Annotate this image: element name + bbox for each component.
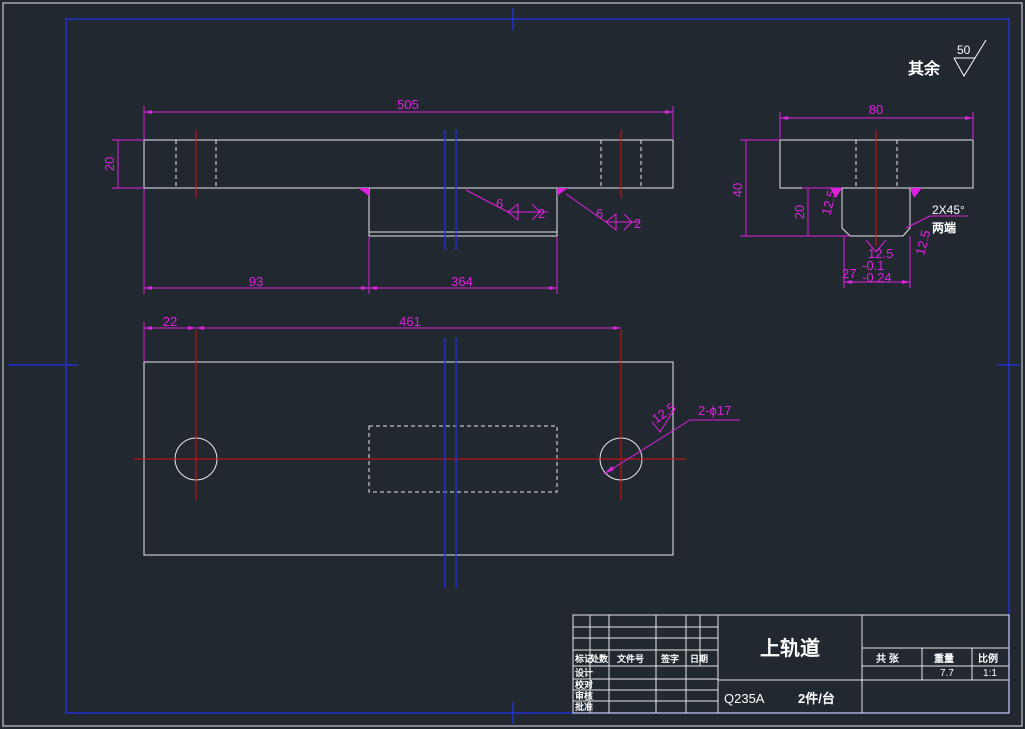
top-bar-outline [143,139,674,189]
header-label: 签字 [660,653,679,664]
header-label: 处数 [589,653,609,664]
row-label: 校对 [575,679,593,690]
weld-right-leg: 6 [596,206,603,221]
front-view: 505 20 93 364 6 2 6 2 [102,97,674,294]
chamfer-label: 2X45° [932,203,965,217]
weight-value: 7.7 [940,668,954,679]
dim-lower-height: 20 [792,205,807,219]
part-name: 上轨道 [760,636,820,660]
weld-symbol-right: 6 2 [565,193,641,232]
roughness-c: 12.5 [912,228,933,256]
sheet-inner-border [65,18,1010,714]
weld-left-leg: 6 [496,196,503,211]
row-label: 审核 [575,690,593,701]
dim-height: 20 [102,157,117,171]
dim-slot-length: 364 [451,274,473,289]
drawing-canvas: 其余 50 505 20 93 364 6 2 6 2 80 40 20 2X4… [2,2,1023,727]
header-label: 日期 [690,653,708,664]
plan-view: 22 461 2-ϕ17 12.5 [134,314,740,588]
header-label: 文件号 [616,653,644,664]
roughness-value: 50 [957,43,971,57]
dim-total-height: 40 [730,183,745,197]
info-header: 比例 [978,652,998,665]
info-header: 重量 [934,652,954,665]
weld-fillet [358,188,369,196]
title-block: 标记 处数 文件号 签字 日期 设计 校对 审核 批准 上轨道 Q235A 2件… [572,614,1010,714]
quantity: 2件/台 [798,691,835,706]
weld-right-count: 2 [634,216,641,231]
plan-roughness: 12.5 [649,400,678,427]
row-label: 批准 [575,701,593,712]
scale-value: 1:1 [983,668,997,679]
chamfer-note: 两端 [932,220,956,235]
weld-left-count: 2 [538,206,545,221]
tolerance-base: 27 [842,266,856,281]
weld-symbol-left: 6 2 [465,189,548,222]
dim-left-offset: 93 [249,274,263,289]
dim-side-width: 80 [869,102,883,117]
hole-label: 2-ϕ17 [698,403,731,418]
dim-hole-spacing: 461 [399,314,421,329]
roughness-a: 12.5 [818,188,839,216]
info-header: 共 张 [876,652,900,665]
row-label: 设计 [575,667,593,678]
dim-overall-length: 505 [397,97,419,112]
general-roughness-symbol: 其余 50 [908,39,987,78]
dim-hole-offset: 22 [163,314,177,329]
tolerance-lower: -0.24 [862,270,892,285]
side-view: 80 40 20 2X45° 两端 12.5 12.5 12.5 27 -0.1… [730,102,974,288]
roughness-label: 其余 [908,59,941,78]
material: Q235A [724,691,765,706]
